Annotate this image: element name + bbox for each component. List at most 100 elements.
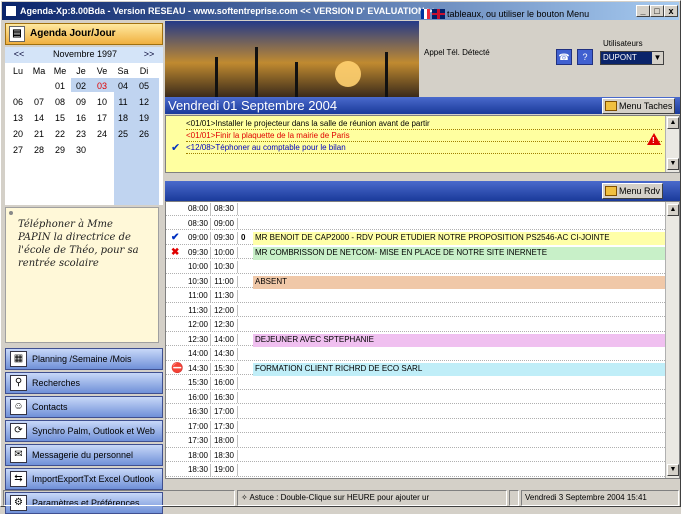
- calendar-day[interactable]: 29: [51, 143, 69, 157]
- end-time[interactable]: 18:00: [211, 435, 238, 447]
- appointment-text[interactable]: [253, 406, 667, 419]
- calendar-day[interactable]: [114, 143, 132, 157]
- start-time[interactable]: 12:30: [186, 333, 211, 346]
- calendar-day[interactable]: 05: [135, 79, 153, 93]
- calendar-day[interactable]: 17: [93, 111, 111, 125]
- nav-sync-button[interactable]: ⟳ Synchro Palm, Outlook et Web: [5, 420, 163, 442]
- agenda-row[interactable]: 10:00 10:30: [166, 261, 667, 274]
- end-time[interactable]: 14:00: [211, 333, 238, 346]
- start-time[interactable]: 18:30: [186, 464, 211, 476]
- start-time[interactable]: 08:30: [186, 217, 211, 230]
- appointment-text[interactable]: [253, 464, 667, 477]
- end-time[interactable]: 09:00: [211, 217, 238, 230]
- agenda-row[interactable]: 08:30 09:00: [166, 217, 667, 231]
- calendar-day[interactable]: 11: [114, 95, 132, 109]
- scroll-down-button[interactable]: ▼: [667, 464, 679, 476]
- help-icon[interactable]: ?: [577, 49, 593, 65]
- chevron-down-icon[interactable]: ▼: [652, 52, 663, 64]
- agenda-row[interactable]: 17:30 18:00: [166, 435, 667, 448]
- calendar-day[interactable]: 14: [30, 111, 48, 125]
- agenda-scrollbar[interactable]: ▲ ▼: [665, 202, 679, 478]
- end-time[interactable]: 10:00: [211, 246, 238, 259]
- user-select[interactable]: DUPONT ▼: [600, 51, 664, 65]
- calendar-day[interactable]: [135, 143, 153, 157]
- appointment-text[interactable]: [253, 348, 667, 361]
- start-time[interactable]: 10:00: [186, 261, 211, 273]
- end-time[interactable]: 16:00: [211, 377, 238, 389]
- calendar-day[interactable]: 20: [9, 127, 27, 141]
- start-time[interactable]: 10:30: [186, 275, 211, 288]
- agenda-row[interactable]: 11:30 12:00: [166, 304, 667, 318]
- appointment-text[interactable]: [253, 377, 667, 390]
- appointment-text[interactable]: FORMATION CLIENT RICHRD DE ECO SARL: [253, 362, 667, 376]
- appointment-text[interactable]: ABSENT: [253, 275, 667, 289]
- agenda-row[interactable]: 08:00 08:30: [166, 203, 667, 216]
- start-time[interactable]: 11:30: [186, 304, 211, 317]
- calendar-day[interactable]: 10: [93, 95, 111, 109]
- scroll-up-button[interactable]: ▲: [667, 204, 679, 216]
- calendar-day[interactable]: 03: [93, 79, 111, 93]
- calendar-day[interactable]: 12: [135, 95, 153, 109]
- start-time[interactable]: 14:30: [186, 362, 211, 375]
- calendar-day[interactable]: 15: [51, 111, 69, 125]
- menu-rdv-button[interactable]: Menu Rdv: [602, 183, 664, 199]
- end-time[interactable]: 14:30: [211, 348, 238, 360]
- start-time[interactable]: 12:00: [186, 319, 211, 331]
- start-time[interactable]: 09:30: [186, 246, 211, 259]
- end-time[interactable]: 17:00: [211, 406, 238, 418]
- end-time[interactable]: 08:30: [211, 203, 238, 215]
- start-time[interactable]: 08:00: [186, 203, 211, 215]
- start-time[interactable]: 14:00: [186, 348, 211, 360]
- scroll-down-button[interactable]: ▼: [667, 158, 679, 170]
- appointment-text[interactable]: [253, 218, 667, 231]
- calendar-day[interactable]: 06: [9, 95, 27, 109]
- calendar-day[interactable]: 19: [135, 111, 153, 125]
- agenda-row[interactable]: 18:00 18:30: [166, 449, 667, 463]
- calendar-day[interactable]: 24: [93, 127, 111, 141]
- appointment-text[interactable]: [253, 319, 667, 332]
- agenda-row[interactable]: ✖ 09:30 10:00 MR COMBRISSON DE NETCOM- MISE…: [166, 246, 667, 260]
- calendar-day[interactable]: 23: [72, 127, 90, 141]
- agenda-row[interactable]: 18:30 19:00: [166, 464, 667, 477]
- end-time[interactable]: 15:30: [211, 362, 238, 375]
- maximize-button[interactable]: □: [650, 5, 664, 17]
- appointment-text[interactable]: MR COMBRISSON DE NETCOM- MISE EN PLACE D…: [253, 246, 667, 260]
- phone-icon[interactable]: ☎: [556, 49, 572, 65]
- agenda-row[interactable]: 17:00 17:30: [166, 420, 667, 434]
- end-time[interactable]: 11:30: [211, 290, 238, 302]
- calendar-day[interactable]: 26: [135, 127, 153, 141]
- calendar-day[interactable]: 27: [9, 143, 27, 157]
- nav-mail-button[interactable]: ✉ Messagerie du personnel: [5, 444, 163, 466]
- end-time[interactable]: 18:30: [211, 449, 238, 462]
- agenda-row[interactable]: 12:00 12:30: [166, 319, 667, 332]
- agenda-row[interactable]: 15:30 16:00: [166, 377, 667, 390]
- appointment-text[interactable]: MR BENOIT DE CAP2000 - RDV POUR ETUDIER …: [253, 232, 667, 245]
- calendar-day[interactable]: 30: [72, 143, 90, 157]
- agenda-row[interactable]: 10:30 11:00 ABSENT: [166, 275, 667, 289]
- french-flag-icon[interactable]: [421, 9, 430, 19]
- sticky-note[interactable]: Téléphoner à Mme PAPIN la directrice de …: [5, 207, 159, 343]
- calendar-day[interactable]: 25: [114, 127, 132, 141]
- calendar-day[interactable]: [93, 143, 111, 157]
- calendar-day[interactable]: 28: [30, 143, 48, 157]
- calendar-day[interactable]: 04: [114, 79, 132, 93]
- appointment-text[interactable]: [253, 450, 667, 463]
- end-time[interactable]: 12:00: [211, 304, 238, 317]
- prev-month-button[interactable]: <<: [9, 49, 29, 61]
- appointment-text[interactable]: [253, 261, 667, 274]
- task-item[interactable]: <01/01>Installer le projecteur dans la s…: [186, 118, 662, 130]
- calendar-day[interactable]: 16: [72, 111, 90, 125]
- calendar-day[interactable]: 08: [51, 95, 69, 109]
- nav-import-export-button[interactable]: ⇆ ImportExportTxt Excel Outlook: [5, 468, 163, 490]
- start-time[interactable]: 16:00: [186, 391, 211, 404]
- end-time[interactable]: 17:30: [211, 420, 238, 433]
- agenda-row[interactable]: ⛔ 14:30 15:30 FORMATION CLIENT RICHRD DE EC…: [166, 362, 667, 376]
- end-time[interactable]: 12:30: [211, 319, 238, 331]
- end-time[interactable]: 10:30: [211, 261, 238, 273]
- calendar-day[interactable]: 01: [51, 79, 69, 93]
- task-item[interactable]: <12/08>Téphoner au comptable pour le bil…: [186, 142, 662, 154]
- close-button[interactable]: x: [664, 5, 678, 17]
- end-time[interactable]: 19:00: [211, 464, 238, 476]
- appointment-text[interactable]: [253, 305, 667, 318]
- calendar-day[interactable]: [9, 79, 27, 93]
